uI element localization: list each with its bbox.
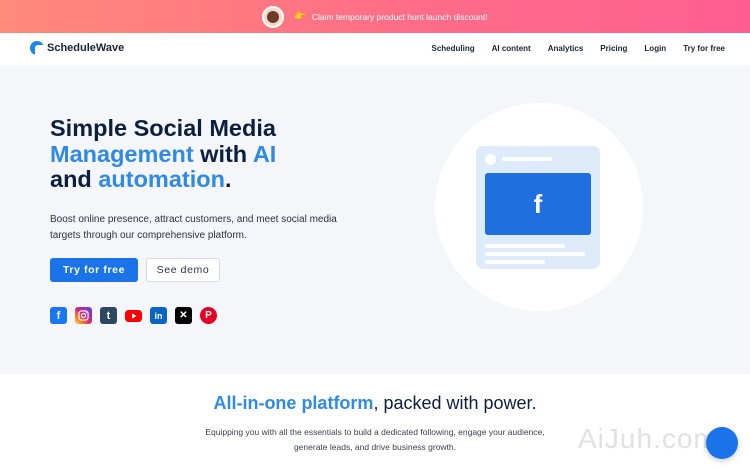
nav-link-ai-content[interactable]: AI content: [492, 44, 531, 53]
social-post-card-illustration: f: [476, 146, 600, 269]
nav-link-try-for-free[interactable]: Try for free: [683, 44, 725, 53]
hero-section: Simple Social Media Management with AI a…: [0, 68, 750, 374]
headline-accent-automation: automation: [98, 166, 225, 192]
logo[interactable]: ScheduleWave: [30, 41, 124, 55]
nav-link-analytics[interactable]: Analytics: [548, 44, 584, 53]
facebook-logo-icon: f: [485, 173, 591, 235]
features-title-accent: All-in-one platform: [213, 393, 374, 413]
post-avatar-placeholder: [485, 154, 496, 165]
watermark-text: AiJuh.com: [578, 423, 718, 454]
features-title-rest: , packed with power.: [373, 393, 537, 413]
headline-period: .: [224, 166, 232, 192]
logo-mark-icon: [30, 41, 44, 55]
hero-headline: Simple Social Media Management with AI a…: [50, 115, 390, 193]
nav-link-pricing[interactable]: Pricing: [600, 44, 627, 53]
headline-and: and: [50, 166, 99, 192]
brand-name: ScheduleWave: [47, 42, 125, 54]
nav-links: Scheduling AI content Analytics Pricing …: [431, 44, 725, 53]
headline-line1: Simple Social Media: [50, 115, 276, 141]
product-hunt-avatar-icon: [262, 5, 285, 28]
linkedin-icon[interactable]: in: [150, 307, 167, 324]
announcement-banner[interactable]: 👉 Claim temporary product hunt launch di…: [0, 0, 750, 33]
promo-text[interactable]: Claim temporary product hunt launch disc…: [312, 12, 488, 22]
instagram-icon[interactable]: [75, 307, 92, 324]
facebook-icon[interactable]: f: [50, 307, 67, 324]
post-text-line: [485, 252, 585, 256]
social-icons-row: f t in ✕ P: [50, 307, 217, 324]
post-header-line: [502, 157, 552, 161]
post-text-line: [485, 260, 545, 264]
chat-widget-button[interactable]: [706, 427, 738, 459]
headline-accent-ai: AI: [252, 140, 277, 167]
x-icon[interactable]: ✕: [175, 307, 192, 324]
top-navbar: ScheduleWave Scheduling AI content Analy…: [0, 33, 750, 67]
headline-with: with: [193, 140, 253, 167]
nav-link-login[interactable]: Login: [644, 44, 666, 53]
promo-text-group[interactable]: 👉 Claim temporary product hunt launch di…: [294, 11, 487, 22]
pinterest-icon[interactable]: P: [200, 307, 217, 324]
pointing-hand-icon: 👉: [294, 11, 307, 22]
nav-link-scheduling[interactable]: Scheduling: [431, 44, 474, 53]
features-title: All-in-one platform, packed with power.: [0, 393, 750, 414]
headline-accent-management: Management: [50, 140, 194, 167]
hero-subtitle: Boost online presence, attract customers…: [50, 214, 337, 241]
post-text-line: [485, 244, 565, 248]
youtube-icon[interactable]: [125, 307, 142, 324]
tumblr-icon[interactable]: t: [100, 307, 117, 324]
see-demo-button[interactable]: See demo: [146, 258, 220, 282]
try-for-free-button[interactable]: Try for free: [50, 258, 138, 282]
features-subtitle: Equipping you with all the essentials to…: [205, 427, 545, 452]
